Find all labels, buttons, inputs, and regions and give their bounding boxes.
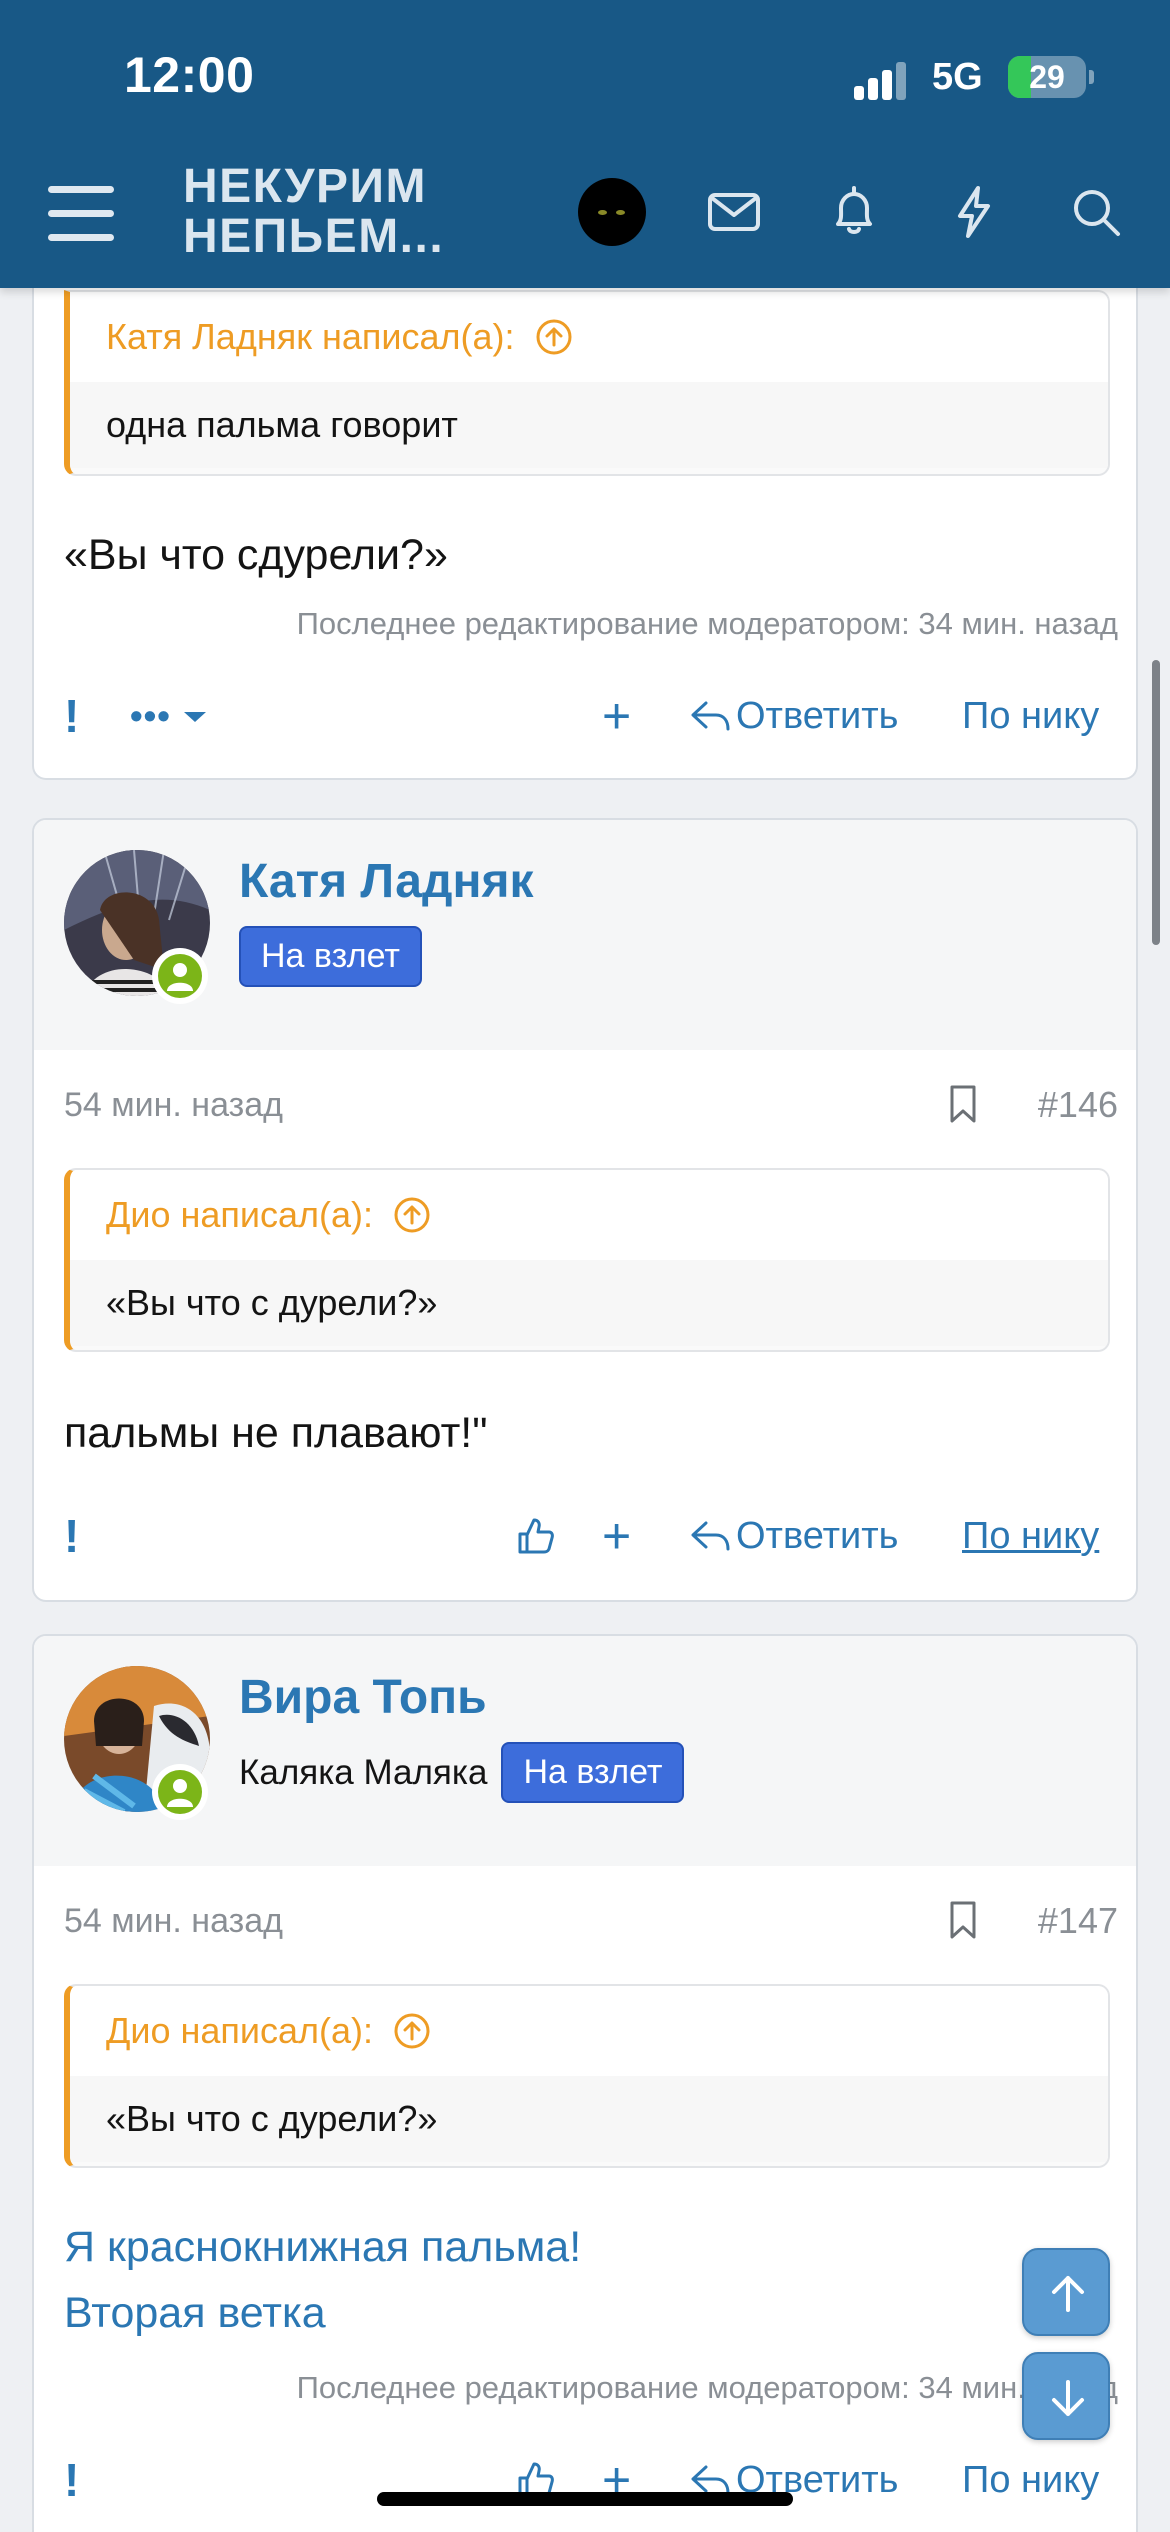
logo-line-1: НЕКУРИМ	[183, 160, 428, 213]
reply-label: Ответить	[736, 694, 899, 737]
quote-text: «Вы что с дурели?»	[70, 2076, 1108, 2162]
post-actions: ! ••• + Ответить По нику	[34, 686, 1136, 746]
by-nick-button[interactable]: По нику	[962, 2450, 1099, 2510]
search-icon[interactable]	[1064, 180, 1128, 244]
user-roles: Каляка Маляка На взлет	[239, 1742, 685, 1803]
clock: 12:00	[124, 47, 255, 103]
logo-line-2: НЕПЬЕМ...	[183, 210, 445, 263]
online-status-icon	[152, 948, 208, 1004]
edited-note: Последнее редактирование модератором: 34…	[296, 606, 1118, 641]
post-actions: ! + Ответить По нику	[34, 1506, 1136, 1566]
edited-note: Последнее редактирование модератором: 34…	[296, 2370, 1118, 2405]
go-to-quote-icon[interactable]	[535, 318, 573, 356]
user-title: Каляка Маляка	[239, 1752, 488, 1792]
menu-icon[interactable]	[48, 186, 114, 242]
post-header: Катя Ладняк На взлет	[34, 820, 1136, 1050]
quote-header[interactable]: Дио написал(а):	[70, 1170, 1108, 1260]
bolt-icon[interactable]	[942, 180, 1006, 244]
post-number[interactable]: #147	[1038, 1900, 1118, 1942]
report-button[interactable]: !	[64, 1506, 79, 1566]
like-icon[interactable]	[516, 1506, 556, 1566]
bell-icon[interactable]	[822, 180, 886, 244]
post-message-line-2[interactable]: Вторая ветка	[64, 2280, 326, 2346]
nav-bar: НЕКУРИМ НЕПЬЕМ...	[0, 150, 1170, 288]
quote-text: одна пальма говорит	[70, 382, 1108, 468]
go-to-quote-icon[interactable]	[393, 1196, 431, 1234]
bookmark-icon[interactable]	[948, 1900, 978, 1940]
quote-author: Дио написал(а):	[106, 1194, 374, 1235]
arrow-down-icon	[1052, 2380, 1084, 2416]
online-status-icon	[152, 1764, 208, 1820]
quote-block: Дио написал(а): «Вы что с дурели?»	[64, 1984, 1110, 2168]
user-badge: На взлет	[239, 926, 422, 987]
username-link[interactable]: Катя Ладняк	[239, 854, 534, 909]
quote-text: «Вы что с дурели?»	[70, 1260, 1108, 1346]
reply-icon	[691, 1521, 730, 1551]
by-nick-button[interactable]: По нику	[962, 686, 1099, 746]
battery-icon: 29	[1008, 56, 1086, 98]
scroll-top-button[interactable]	[1022, 2248, 1110, 2336]
reply-button[interactable]: Ответить	[690, 1506, 898, 1566]
post-145: Катя Ладняк написал(а): одна пальма гово…	[32, 250, 1138, 780]
more-button[interactable]: •••	[130, 686, 171, 746]
thread-content: Катя Ладняк написал(а): одна пальма гово…	[0, 0, 1170, 2532]
report-button[interactable]: !	[64, 686, 79, 746]
home-indicator[interactable]	[377, 2492, 793, 2506]
user-roles: На взлет	[239, 926, 422, 987]
reply-label: Ответить	[736, 1514, 899, 1557]
battery-percent: 29	[1029, 59, 1065, 95]
status-bar: 12:00 5G 29	[0, 0, 1170, 150]
quote-block: Дио написал(а): «Вы что с дурели?»	[64, 1168, 1110, 1352]
post-message-line-1[interactable]: Я краснокнижная пальма!	[64, 2214, 581, 2280]
by-nick-button[interactable]: По нику	[962, 1506, 1099, 1566]
post-message: пальмы не плавают!"	[64, 1409, 488, 1457]
quote-author: Дио написал(а):	[106, 2010, 374, 2051]
post-146: Катя Ладняк На взлет 54 мин. назад #146 …	[32, 818, 1138, 1602]
chevron-down-icon[interactable]	[182, 686, 208, 746]
post-time[interactable]: 54 мин. назад	[64, 1086, 283, 1125]
plus-button[interactable]: +	[602, 1506, 631, 1566]
signal-icon	[854, 60, 910, 100]
post-number[interactable]: #146	[1038, 1084, 1118, 1126]
reply-icon	[691, 701, 730, 731]
reply-button[interactable]: Ответить	[690, 686, 898, 746]
quote-author: Катя Ладняк написал(а):	[106, 316, 515, 357]
report-button[interactable]: !	[64, 2450, 79, 2510]
arrow-up-icon	[1052, 2276, 1084, 2312]
post-time[interactable]: 54 мин. назад	[64, 1902, 283, 1941]
quote-header[interactable]: Дио написал(а):	[70, 1986, 1108, 2076]
post-message: «Вы что сдурели?»	[64, 531, 448, 579]
scrollbar[interactable]	[1152, 660, 1160, 945]
bookmark-icon[interactable]	[948, 1084, 978, 1124]
app-header: 12:00 5G 29 НЕКУРИМ НЕПЬЕМ...	[0, 0, 1170, 288]
username-link[interactable]: Вира Топь	[239, 1670, 487, 1725]
quote-block: Катя Ладняк написал(а): одна пальма гово…	[64, 290, 1110, 476]
plus-button[interactable]: +	[602, 686, 631, 746]
inbox-icon[interactable]	[702, 180, 766, 244]
account-avatar[interactable]	[578, 178, 646, 246]
scroll-bottom-button[interactable]	[1022, 2352, 1110, 2440]
post-header: Вира Топь Каляка Маляка На взлет	[34, 1636, 1136, 1866]
quote-header[interactable]: Катя Ладняк написал(а):	[70, 292, 1108, 382]
post-147: Вира Топь Каляка Маляка На взлет 54 мин.…	[32, 1634, 1138, 2532]
go-to-quote-icon[interactable]	[393, 2012, 431, 2050]
network-type: 5G	[932, 56, 983, 98]
user-badge: На взлет	[501, 1742, 685, 1803]
site-logo[interactable]: НЕКУРИМ НЕПЬЕМ...	[183, 162, 444, 262]
